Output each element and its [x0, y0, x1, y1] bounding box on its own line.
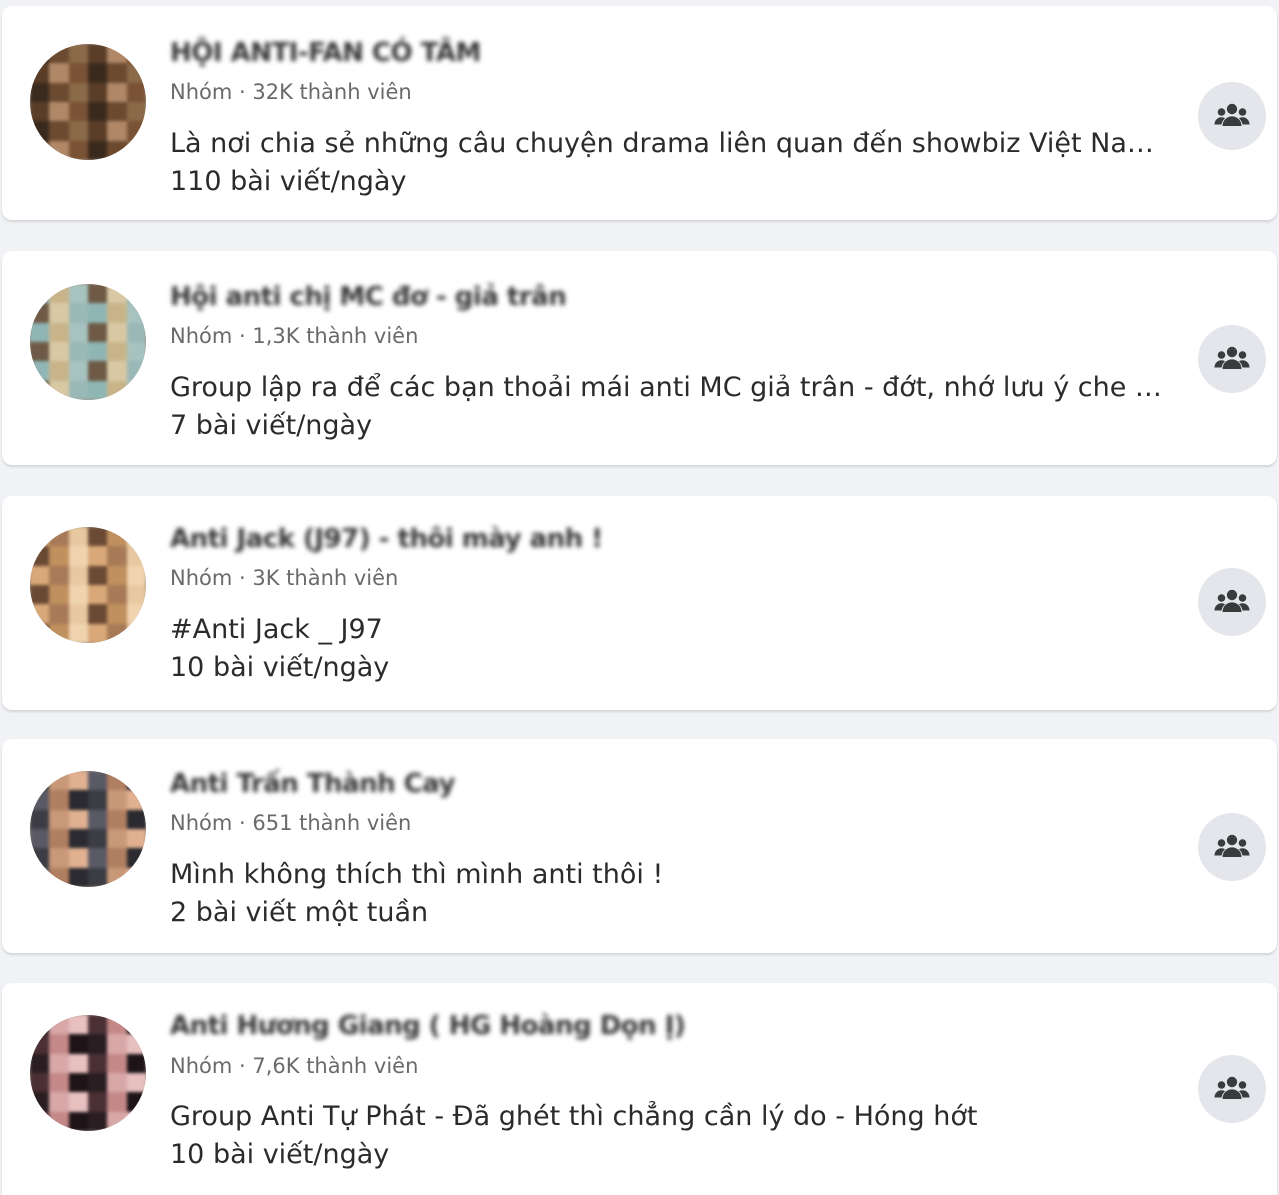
group-icon: [1214, 346, 1250, 369]
group-avatar[interactable]: [30, 1015, 146, 1131]
group-icon: [1214, 1076, 1250, 1099]
group-meta: Nhóm · 7,6K thành viên: [170, 1054, 419, 1078]
group-activity: 10 bài viết/ngày: [170, 1139, 390, 1170]
join-group-button[interactable]: [1198, 325, 1266, 393]
avatar-mosaic: [30, 284, 146, 400]
group-description: #Anti Jack _ J97: [170, 614, 383, 645]
avatar-mosaic: [30, 1015, 146, 1131]
group-meta: Nhóm · 3K thành viên: [170, 566, 399, 590]
group-activity: 2 bài viết một tuần: [170, 897, 429, 928]
group-result-card[interactable]: Anti Hương Giang ( HG Hoàng Dọn Ị) Nhóm …: [2, 983, 1277, 1195]
group-description: Mình không thích thì mình anti thôi !: [170, 859, 664, 890]
group-icon: [1214, 589, 1250, 612]
group-activity: 110 bài viết/ngày: [170, 166, 407, 197]
group-avatar[interactable]: [30, 44, 146, 160]
group-result-card[interactable]: Anti Trấn Thành Cay Nhóm · 651 thành viê…: [2, 739, 1277, 953]
avatar-mosaic: [30, 771, 146, 887]
join-group-button[interactable]: [1198, 568, 1266, 636]
group-icon: [1214, 834, 1250, 857]
join-group-button[interactable]: [1198, 813, 1266, 881]
group-name[interactable]: Anti Trấn Thành Cay: [170, 769, 455, 799]
group-name[interactable]: Hội anti chị MC đơ - giả trân: [170, 282, 567, 312]
join-group-button[interactable]: [1198, 82, 1266, 150]
group-avatar[interactable]: [30, 527, 146, 643]
group-name[interactable]: Anti Jack (J97) - thôi mày anh !: [170, 524, 603, 554]
group-result-card[interactable]: Hội anti chị MC đơ - giả trân Nhóm · 1,3…: [2, 251, 1277, 465]
group-activity: 7 bài viết/ngày: [170, 410, 373, 441]
group-avatar[interactable]: [30, 771, 146, 887]
group-result-card[interactable]: Anti Jack (J97) - thôi mày anh ! Nhóm · …: [2, 496, 1277, 710]
group-meta: Nhóm · 32K thành viên: [170, 80, 412, 104]
group-icon: [1214, 103, 1250, 126]
group-activity: 10 bài viết/ngày: [170, 652, 390, 683]
group-description: Group lập ra để các bạn thoải mái anti M…: [170, 372, 1170, 403]
join-group-button[interactable]: [1198, 1055, 1266, 1123]
group-name[interactable]: HỘI ANTI-FAN CÓ TÂM: [170, 38, 481, 68]
group-avatar[interactable]: [30, 284, 146, 400]
group-meta: Nhóm · 651 thành viên: [170, 811, 412, 835]
avatar-mosaic: [30, 527, 146, 643]
group-name[interactable]: Anti Hương Giang ( HG Hoàng Dọn Ị): [170, 1011, 686, 1041]
group-search-results: HỘI ANTI-FAN CÓ TÂM Nhóm · 32K thành viê…: [0, 0, 1279, 1195]
group-description: Là nơi chia sẻ những câu chuyện drama li…: [170, 128, 1170, 159]
group-description: Group Anti Tự Phát - Đã ghét thì chẳng c…: [170, 1101, 978, 1132]
group-result-card[interactable]: HỘI ANTI-FAN CÓ TÂM Nhóm · 32K thành viê…: [2, 6, 1277, 220]
avatar-mosaic: [30, 44, 146, 160]
group-meta: Nhóm · 1,3K thành viên: [170, 324, 419, 348]
